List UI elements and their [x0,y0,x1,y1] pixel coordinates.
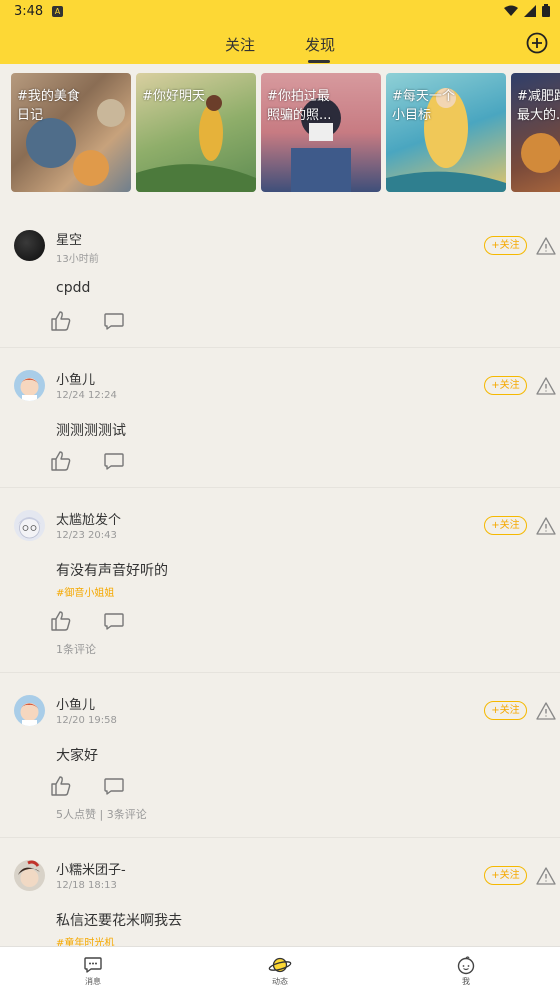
post-text: 大家好 [56,748,98,764]
post-card: 太尴尬发个 12/23 20:43 +关注 有没有声音好听的 #御音小姐姐 1条… [0,488,560,673]
like-icon[interactable] [50,775,72,797]
timestamp: 13小时前 [56,254,99,265]
avatar-image [18,517,41,539]
post-stats[interactable]: 1条评论 [56,641,96,657]
post-text: 测测测测试 [56,423,126,439]
report-warning-icon[interactable] [536,516,556,536]
topic-tag[interactable]: #御音小姐姐 [56,584,114,599]
active-tab-indicator [308,60,330,63]
timestamp: 12/20 19:58 [56,715,117,726]
post-stats[interactable]: 5人点赞 | 3条评论 [56,806,147,822]
status-icons [504,4,550,17]
avatar[interactable] [14,370,45,401]
report-warning-icon[interactable] [536,236,556,256]
banner-label: #你拍过最 照骗的照... [267,89,332,123]
comment-icon[interactable] [103,775,125,797]
post-text: cpdd [56,280,91,296]
report-warning-icon[interactable] [536,701,556,721]
avatar-image [20,378,39,401]
nav-label: 消息 [85,977,101,986]
timestamp: 12/24 12:24 [56,390,117,401]
tab-discover[interactable]: 发现 [305,34,335,55]
report-warning-icon[interactable] [536,866,556,886]
app-notification-icon: A [52,6,63,17]
username[interactable]: 小鱼儿 [56,694,95,713]
avatar-image [18,860,40,887]
username[interactable]: 小鱼儿 [56,369,95,388]
avatar-image [20,703,39,726]
topic-banner-card[interactable]: #你好明天 [136,73,256,192]
status-time: 3:48 [14,4,44,19]
topic-banner-row: #我的美食 日记 #你好明天 #你拍过最 照骗的照... #每天一个 小目标 #… [0,64,560,204]
comment-icon[interactable] [103,310,125,332]
username[interactable]: 星空 [56,229,82,248]
timestamp: 12/23 20:43 [56,530,117,541]
top-header: 关注 发现 [0,24,560,64]
topic-banner-card[interactable]: #每天一个 小目标 [386,73,506,192]
battery-icon [542,4,550,17]
avatar[interactable] [14,860,45,891]
banner-label: #减肥路 最大的... [517,89,560,123]
wifi-icon [504,5,518,16]
comment-icon[interactable] [103,610,125,632]
username[interactable]: 太尴尬发个 [56,509,121,528]
message-icon [84,957,102,973]
follow-button[interactable]: +关注 [484,866,527,885]
planet-icon [268,957,292,973]
nav-item-messages[interactable]: 消息 [63,955,123,987]
signal-icon [524,4,536,17]
follow-button[interactable]: +关注 [484,516,527,535]
banner-label: #我的美食 日记 [17,89,80,123]
timestamp: 12/18 18:13 [56,880,117,891]
comment-icon[interactable] [103,450,125,472]
like-icon[interactable] [50,310,72,332]
follow-button[interactable]: +关注 [484,701,527,720]
tab-follow[interactable]: 关注 [225,34,255,55]
post-card: 星空 13小时前 +关注 cpdd [0,208,560,348]
nav-item-feed[interactable]: 动态 [250,955,310,987]
nav-label: 我 [462,977,470,986]
like-icon[interactable] [50,610,72,632]
add-circle-icon[interactable] [526,32,548,54]
follow-button[interactable]: +关注 [484,236,527,255]
banner-label: #你好明天 [142,89,205,104]
nav-item-me[interactable]: 我 [436,955,496,987]
nav-label: 动态 [272,977,288,986]
bottom-nav: 消息 动态 我 [0,946,560,997]
profile-icon [457,956,475,975]
avatar[interactable] [14,230,45,261]
report-warning-icon[interactable] [536,376,556,396]
topic-banner-card[interactable]: #你拍过最 照骗的照... [261,73,381,192]
avatar[interactable] [14,510,45,541]
topic-banner-card[interactable]: #减肥路 最大的... [511,73,560,192]
post-card: 小糯米团子- 12/18 18:13 +关注 私信还要花米啊我去 #童年时光机 [0,838,560,949]
post-text: 有没有声音好听的 [56,563,168,579]
status-bar: 3:48 A [0,0,560,24]
post-card: 小鱼儿 12/20 19:58 +关注 大家好 5人点赞 | 3条评论 [0,673,560,838]
username[interactable]: 小糯米团子- [56,859,126,878]
post-card: 小鱼儿 12/24 12:24 +关注 测测测测试 [0,348,560,488]
follow-button[interactable]: +关注 [484,376,527,395]
banner-label: #每天一个 小目标 [392,89,455,123]
post-text: 私信还要花米啊我去 [56,913,182,929]
like-icon[interactable] [50,450,72,472]
topic-banner-card[interactable]: #我的美食 日记 [11,73,131,192]
avatar[interactable] [14,695,45,726]
